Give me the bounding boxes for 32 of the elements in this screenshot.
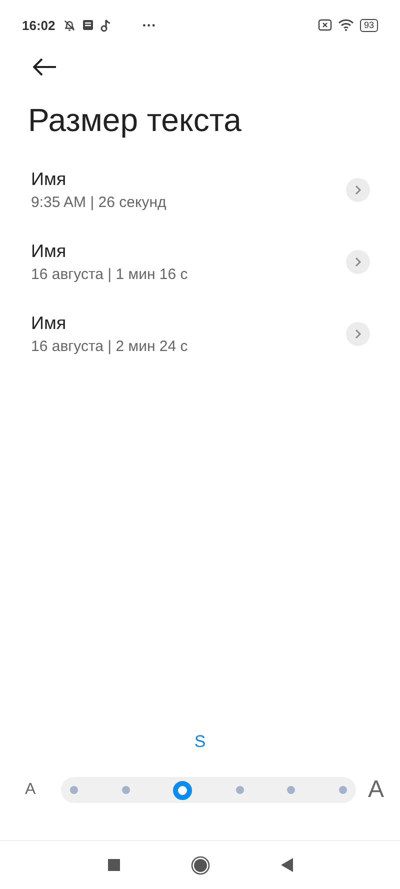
slider-stop[interactable] [70, 786, 78, 794]
slider-stop[interactable] [287, 786, 296, 794]
recording-name: Имя [31, 169, 68, 190]
chevron-right-icon[interactable] [346, 178, 370, 202]
status-time: 16:02 [22, 18, 56, 32]
back-arrow-icon[interactable] [33, 58, 57, 76]
current-size-label: S [193, 732, 207, 752]
slider-thumb[interactable] [173, 780, 192, 800]
recording-details: 16 августа | 1 мин 16 с [31, 266, 189, 283]
small-size-label: A [25, 781, 37, 799]
size-slider-track[interactable] [61, 777, 356, 803]
muted-bell-icon [63, 18, 76, 32]
back-triangle-icon[interactable] [280, 858, 292, 872]
slider-stop[interactable] [122, 786, 130, 794]
wifi-icon [338, 19, 354, 31]
slider-stop[interactable] [338, 786, 347, 794]
more-notifications: ··· [142, 17, 156, 33]
battery-indicator: 93 [360, 18, 378, 32]
page-title: Размер текста [28, 102, 242, 139]
chevron-right-icon[interactable] [346, 250, 370, 274]
recording-details: 9:35 AM | 26 секунд [31, 194, 168, 211]
no-sim-icon [318, 19, 332, 31]
recording-details: 16 августа | 2 мин 24 с [31, 338, 189, 355]
recording-name: Имя [31, 241, 68, 262]
music-note-icon [100, 18, 112, 32]
recording-name: Имя [31, 313, 68, 334]
square-icon[interactable] [108, 859, 120, 871]
slider-stop[interactable] [236, 786, 244, 794]
home-icon[interactable] [190, 856, 210, 874]
large-size-label: A [368, 776, 384, 804]
message-icon [82, 19, 94, 31]
chevron-right-icon[interactable] [346, 322, 370, 346]
